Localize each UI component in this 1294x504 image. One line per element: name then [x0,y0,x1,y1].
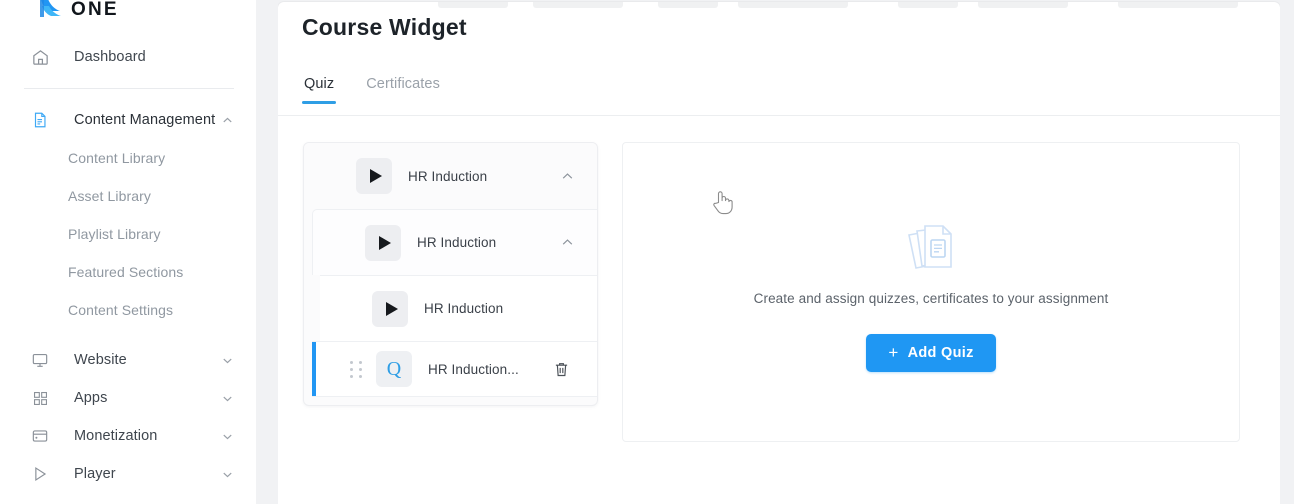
sidebar-item-monetization[interactable]: Monetization [0,417,256,455]
tab-quiz[interactable]: Quiz [302,76,337,104]
tree-row-label: HR Induction [408,168,488,184]
brand-name: ONE [71,0,119,20]
sidebar-item-label-apps: Apps [74,390,108,406]
trash-icon[interactable] [553,360,569,378]
chevron-up-icon[interactable] [220,113,234,127]
sidebar-divider [24,88,234,89]
empty-state-message: Create and assign quizzes, certificates … [753,290,1109,306]
tab-bar-rule [278,115,1280,116]
tab-certificates-label: Certificates [366,76,440,92]
sidebar-item-apps[interactable]: Apps [0,379,256,417]
tab-certificates[interactable]: Certificates [364,76,442,104]
tree-row[interactable]: HR Induction [320,275,597,341]
brand-logo[interactable]: ONE [0,0,256,22]
play-outline-icon [30,464,50,484]
tree-row-label: HR Induction... [428,361,519,377]
quiz-empty-state-panel: Create and assign quizzes, certificates … [622,142,1240,442]
sidebar-sublabel-playlist-library: Playlist Library [68,226,161,242]
documents-stack-icon [895,213,967,285]
chevron-down-icon[interactable] [220,467,234,481]
play-icon [372,290,408,327]
grid-icon [30,388,50,408]
chevron-down-icon[interactable] [220,391,234,405]
main-content: Course Widget Quiz Certificates HR Induc… [278,0,1294,504]
sidebar-item-label-content-management: Content Management [74,112,216,128]
wave-logo-icon [38,0,64,21]
tab-bar: Quiz Certificates [302,76,442,104]
sidebar-item-asset-library[interactable]: Asset Library [0,177,256,215]
sidebar-item-dashboard[interactable]: Dashboard [0,38,256,76]
sidebar-item-featured-sections[interactable]: Featured Sections [0,253,256,291]
chevron-up-icon[interactable] [559,168,575,184]
drag-handle-icon[interactable] [348,360,364,378]
sidebar: ONE Dashboard Content Management Content… [0,0,256,504]
right-rail [1280,0,1294,504]
tree-row[interactable]: HR Induction [312,209,597,275]
play-icon [356,158,392,194]
tree-row-label: HR Induction [424,301,504,316]
sidebar-item-label-monetization: Monetization [74,428,158,444]
sidebar-item-content-library[interactable]: Content Library [0,139,256,177]
plus-icon: + [888,343,899,362]
sidebar-item-content-management[interactable]: Content Management [0,101,256,139]
chevron-up-icon[interactable] [559,235,575,251]
tab-quiz-label: Quiz [304,76,335,92]
tree-row-label: HR Induction [417,235,497,250]
sidebar-sublabel-content-settings: Content Settings [68,302,174,318]
sidebar-sublabel-content-library: Content Library [68,150,166,166]
course-tree-panel: HR Induction HR Induction HR Induction Q… [303,142,598,406]
quiz-q-icon: Q [376,351,412,387]
main-card: Course Widget Quiz Certificates HR Induc… [278,2,1280,504]
sidebar-item-content-settings[interactable]: Content Settings [0,291,256,329]
chevron-down-icon[interactable] [220,353,234,367]
document-icon [30,110,50,130]
monitor-icon [30,350,50,370]
wallet-icon [30,426,50,446]
tree-row[interactable]: Q HR Induction... [312,341,597,397]
layout-gutter [256,0,278,504]
sidebar-item-label-dashboard: Dashboard [74,49,146,65]
tree-row[interactable]: HR Induction [304,143,597,209]
add-quiz-button[interactable]: + Add Quiz [866,333,996,372]
page-title: Course Widget [302,14,467,40]
sidebar-item-label-website: Website [74,352,127,368]
sidebar-item-playlist-library[interactable]: Playlist Library [0,215,256,253]
cut-off-toolbar-strip [278,2,1280,10]
selected-indicator [312,342,316,396]
sidebar-item-label-player: Player [74,466,116,482]
chevron-down-icon[interactable] [220,429,234,443]
sidebar-nav: Dashboard Content Management Content Lib… [0,22,256,493]
home-icon [30,47,50,67]
sidebar-item-player[interactable]: Player [0,455,256,493]
sidebar-sublabel-featured-sections: Featured Sections [68,264,184,280]
sidebar-sublabel-asset-library: Asset Library [68,188,151,204]
play-icon [365,224,401,261]
add-quiz-button-label: Add Quiz [907,344,974,361]
app-root: ONE Dashboard Content Management Content… [0,0,1294,504]
sidebar-item-website[interactable]: Website [0,341,256,379]
